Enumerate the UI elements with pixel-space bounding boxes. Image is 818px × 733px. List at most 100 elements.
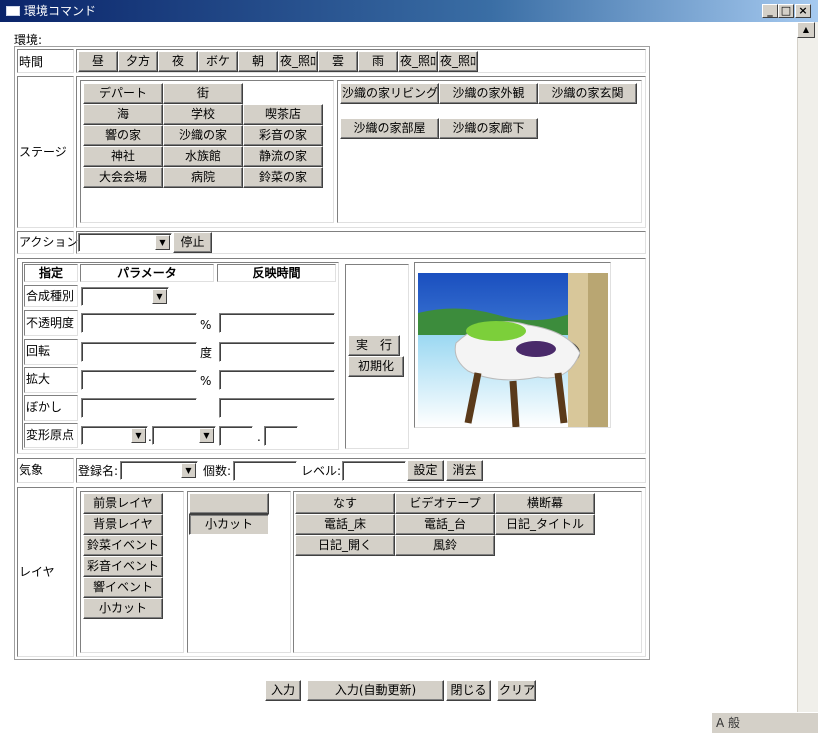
count-label: 個数: bbox=[203, 464, 232, 478]
execute-button[interactable]: 実 行 bbox=[348, 335, 400, 356]
blur-input[interactable] bbox=[81, 398, 197, 418]
scale-input[interactable] bbox=[81, 370, 197, 390]
header-reflect-time: 反映時間 bbox=[217, 264, 336, 282]
chevron-down-icon[interactable]: ▼ bbox=[155, 235, 170, 250]
stage-button-sea[interactable]: 海 bbox=[83, 104, 163, 125]
stage-button-department[interactable]: デパート bbox=[83, 83, 163, 104]
chevron-down-icon[interactable]: ▼ bbox=[199, 428, 214, 443]
minimize-button[interactable]: _ bbox=[762, 4, 778, 18]
title-bar: 環境コマンド _ □ × bbox=[0, 0, 818, 22]
stage-button-cafe[interactable]: 喫茶店 bbox=[243, 104, 323, 125]
time-button-blur[interactable]: ボケ bbox=[198, 51, 238, 72]
origin-y-select[interactable]: ▼ bbox=[152, 426, 216, 445]
layer-button-hibiki-event[interactable]: 響イベント bbox=[83, 577, 163, 598]
stage-button-town[interactable]: 街 bbox=[163, 83, 243, 104]
reset-button[interactable]: 初期化 bbox=[348, 356, 404, 377]
stage-button-school[interactable]: 学校 bbox=[163, 104, 243, 125]
chevron-down-icon[interactable]: ▼ bbox=[181, 463, 196, 478]
opacity-time-input[interactable] bbox=[219, 313, 335, 333]
time-button-cloud[interactable]: 雲 bbox=[318, 51, 358, 72]
stage-button-saori-house[interactable]: 沙織の家 bbox=[163, 125, 243, 146]
rotation-input[interactable] bbox=[81, 342, 197, 362]
close-dialog-button[interactable]: 閉じる bbox=[446, 680, 491, 701]
stage-button-hibiki-house[interactable]: 響の家 bbox=[83, 125, 163, 146]
chevron-down-icon[interactable]: ▼ bbox=[131, 428, 146, 443]
count-input[interactable] bbox=[233, 461, 297, 481]
layer-item-phone-stand[interactable]: 電話_台 bbox=[395, 514, 495, 535]
preview-image bbox=[418, 273, 608, 427]
opacity-unit: % bbox=[200, 318, 212, 332]
scale-time-input[interactable] bbox=[219, 370, 335, 390]
weather-label: 気象 bbox=[19, 463, 44, 477]
time-button-evening[interactable]: 夕方 bbox=[118, 51, 158, 72]
origin-y-input[interactable] bbox=[264, 426, 298, 446]
time-button-rain[interactable]: 雨 bbox=[358, 51, 398, 72]
time-button-night-light-3[interactable]: 夜_照ﾛ bbox=[438, 51, 478, 72]
header-spec: 指定 bbox=[24, 264, 78, 282]
origin-x-select[interactable]: ▼ bbox=[81, 426, 148, 445]
blur-time-input[interactable] bbox=[219, 398, 335, 418]
layer-button-small-cut[interactable]: 小カット bbox=[83, 598, 163, 619]
stage-button-suzuna-house[interactable]: 鈴菜の家 bbox=[243, 167, 323, 188]
weather-erase-button[interactable]: 消去 bbox=[446, 460, 483, 481]
layer-item-banner[interactable]: 横断幕 bbox=[495, 493, 595, 514]
input-button[interactable]: 入力 bbox=[265, 680, 301, 701]
stop-button[interactable]: 停止 bbox=[173, 232, 212, 253]
stage-button-ayane-house[interactable]: 彩音の家 bbox=[243, 125, 323, 146]
layer-mid-blank-button[interactable] bbox=[189, 493, 269, 514]
layer-item-diary-open[interactable]: 日記_開く bbox=[295, 535, 395, 556]
action-select[interactable]: ▼ bbox=[78, 233, 172, 252]
layer-label: レイヤ bbox=[19, 565, 55, 579]
stage-button-hospital[interactable]: 病院 bbox=[163, 167, 243, 188]
weather-set-button[interactable]: 設定 bbox=[407, 460, 444, 481]
layer-item-diary-title[interactable]: 日記_タイトル bbox=[495, 514, 595, 535]
stage-button-saori-room[interactable]: 沙織の家部屋 bbox=[340, 118, 439, 139]
layer-button-suzuna-event[interactable]: 鈴菜イベント bbox=[83, 535, 163, 556]
level-label: レベル: bbox=[301, 464, 342, 478]
layer-button-foreground[interactable]: 前景レイヤ bbox=[83, 493, 163, 514]
scroll-up-icon[interactable]: ▲ bbox=[797, 22, 815, 38]
chevron-down-icon[interactable]: ▼ bbox=[152, 289, 167, 304]
origin-x-input[interactable] bbox=[219, 426, 253, 446]
time-button-day[interactable]: 昼 bbox=[78, 51, 118, 72]
stage-button-saori-living[interactable]: 沙織の家リビング bbox=[340, 83, 439, 104]
time-button-night[interactable]: 夜 bbox=[158, 51, 198, 72]
scale-unit: % bbox=[200, 374, 212, 388]
section-label: 環境: bbox=[14, 33, 43, 47]
layer-mid-small-cut-button[interactable]: 小カット bbox=[189, 514, 269, 535]
row-label-scale: 拡大 bbox=[26, 372, 51, 386]
time-button-morning[interactable]: 朝 bbox=[238, 51, 278, 72]
stage-button-aquarium[interactable]: 水族館 bbox=[163, 146, 243, 167]
reg-name-select[interactable]: ▼ bbox=[120, 461, 198, 480]
row-label-blend-type: 合成種別 bbox=[26, 289, 75, 303]
layer-item-phone-floor[interactable]: 電話_床 bbox=[295, 514, 395, 535]
action-label: アクション bbox=[19, 235, 79, 249]
layer-item-wind-chime[interactable]: 風鈴 bbox=[395, 535, 495, 556]
stage-button-venue[interactable]: 大会会場 bbox=[83, 167, 163, 188]
vertical-scrollbar[interactable] bbox=[797, 22, 818, 717]
time-label: 時間 bbox=[19, 55, 44, 69]
blend-type-select[interactable]: ▼ bbox=[81, 287, 169, 306]
layer-item-videotape[interactable]: ビデオテープ bbox=[395, 493, 495, 514]
input-auto-update-button[interactable]: 入力(自動更新) bbox=[307, 680, 444, 701]
level-input[interactable] bbox=[342, 461, 406, 481]
stage-button-saori-entrance[interactable]: 沙織の家玄関 bbox=[538, 83, 637, 104]
ime-tray[interactable]: A 般 bbox=[712, 712, 818, 733]
reg-name-label: 登録名: bbox=[78, 464, 119, 478]
close-button[interactable]: × bbox=[795, 4, 811, 18]
layer-item-eggplant[interactable]: なす bbox=[295, 493, 395, 514]
stage-button-shrine[interactable]: 神社 bbox=[83, 146, 163, 167]
rotation-unit: 度 bbox=[200, 346, 213, 360]
stage-button-shizuru-house[interactable]: 静流の家 bbox=[243, 146, 323, 167]
time-button-night-light-2[interactable]: 夜_照ﾛ bbox=[398, 51, 438, 72]
rotation-time-input[interactable] bbox=[219, 342, 335, 362]
clear-button[interactable]: クリア bbox=[497, 680, 536, 701]
stage-button-saori-exterior[interactable]: 沙織の家外観 bbox=[439, 83, 538, 104]
layer-button-background[interactable]: 背景レイヤ bbox=[83, 514, 163, 535]
time-button-night-light-1[interactable]: 夜_照ﾛ bbox=[278, 51, 318, 72]
opacity-input[interactable] bbox=[81, 313, 197, 333]
row-label-origin: 変形原点 bbox=[26, 428, 75, 442]
stage-button-saori-hallway[interactable]: 沙織の家廊下 bbox=[439, 118, 538, 139]
layer-button-ayane-event[interactable]: 彩音イベント bbox=[83, 556, 163, 577]
maximize-button[interactable]: □ bbox=[778, 4, 794, 18]
